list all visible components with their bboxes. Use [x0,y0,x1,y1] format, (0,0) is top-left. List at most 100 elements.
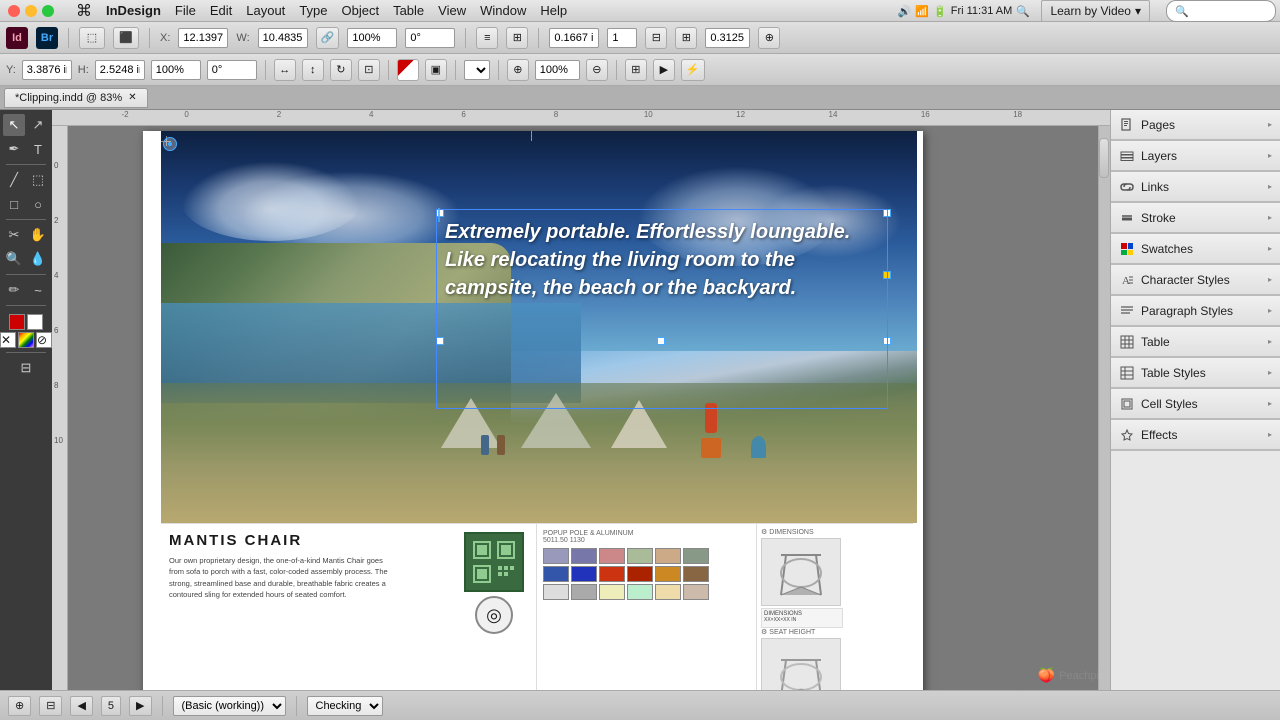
apply-none[interactable]: ⊟ [15,357,37,379]
minimize-button[interactable] [25,5,37,17]
spell-check-select[interactable]: Checking [307,696,383,716]
document-tab[interactable]: *Clipping.indd @ 83% ✕ [4,88,148,108]
menu-object[interactable]: Object [342,3,380,18]
menu-help[interactable]: Help [540,3,567,18]
fill-none[interactable]: ✕ [0,332,16,348]
stroke-color[interactable] [27,314,43,330]
style-dropdown[interactable] [464,60,490,80]
panel-section-paragraph-styles: Paragraph Styles ▸ [1111,296,1280,327]
none-swatch[interactable]: ⊘ [36,332,52,348]
preview-btn[interactable]: ▶ [653,59,675,81]
smooth-tool[interactable]: ~ [27,279,49,301]
distribute-btn[interactable]: ⊞ [506,27,528,49]
swatches-panel-header[interactable]: Swatches ▸ [1111,234,1280,264]
menu-layout[interactable]: Layout [246,3,285,18]
menu-table[interactable]: Table [393,3,424,18]
selection-tool[interactable]: ↖ [3,114,25,136]
percent1-input[interactable] [347,28,397,48]
search-input[interactable]: 🔍 [1166,0,1276,22]
dropper-tool[interactable]: 💧 [27,248,49,270]
text-frame[interactable]: Extremely portable. Effortlessly loungab… [436,209,888,409]
menu-type[interactable]: Type [299,3,327,18]
y-input[interactable] [22,60,72,80]
error-btn[interactable]: ⊕ [8,696,31,716]
line-tool[interactable]: ╱ [3,169,25,191]
stroke-align-btn[interactable]: ⊟ [645,27,667,49]
x-input[interactable] [178,28,228,48]
position-indicator[interactable] [163,137,177,151]
effects-panel-header[interactable]: Effects ▸ [1111,420,1280,450]
pencil-tool[interactable]: ✏ [3,279,25,301]
tab-close-btn[interactable]: ✕ [128,92,136,103]
zoom-in-btn[interactable]: ⊕ [507,59,529,81]
rotate-btn[interactable]: ↻ [330,59,352,81]
direct-select-btn[interactable]: ⬛ [113,27,139,49]
scissors-tool[interactable]: ✂ [3,224,25,246]
color-btn[interactable] [397,59,419,81]
layers-icon [1119,148,1135,164]
panel-section-cell-styles: Cell Styles ▸ [1111,389,1280,420]
val2-input[interactable] [705,28,750,48]
view-mode-btn[interactable]: ⊞ [625,59,647,81]
style-btn[interactable]: ⊞ [675,27,697,49]
flip-v-btn[interactable]: ↕ [302,59,324,81]
hand-tool[interactable]: ✋ [27,224,49,246]
layers-panel-header[interactable]: Layers ▸ [1111,141,1280,171]
pages-arrow: ▸ [1268,120,1272,129]
gradient-swatch[interactable] [18,332,34,348]
menu-indesign[interactable]: InDesign [106,3,161,18]
tools-panel: ↖ ↗ ✒ T ╱ ⬚ □ ○ ✂ ✋ 🔍 💧 ✏ ~ [0,110,52,690]
canvas-content[interactable]: Extremely portable. Effortlessly loungab… [68,126,1110,690]
learn-by-video-button[interactable]: Learn by Video ▾ [1041,0,1150,22]
select-tool-btn[interactable]: ⬚ [79,27,105,49]
scrollbar-thumb[interactable] [1099,138,1109,178]
page-input[interactable] [607,28,637,48]
fill-color[interactable] [9,314,25,330]
table-styles-header[interactable]: Table Styles ▸ [1111,358,1280,388]
ruler-v-num: 6 [54,326,58,335]
lightning-btn[interactable]: ⚡ [681,59,705,81]
direct-select-tool[interactable]: ↗ [27,114,49,136]
menu-file[interactable]: File [175,3,196,18]
color-profile-select[interactable]: (Basic (working)) [173,696,286,716]
type-tool[interactable]: T [27,138,49,160]
apple-menu[interactable]: ⌘ [76,1,92,21]
nav-next-btn[interactable]: ▶ [129,696,151,716]
maximize-button[interactable] [42,5,54,17]
nav-prev-btn[interactable]: ◀ [70,696,92,716]
align-btn[interactable]: ≡ [476,27,498,49]
zoom-out-btn[interactable]: ⊖ [586,59,608,81]
h-input[interactable] [95,60,145,80]
angle1-input[interactable] [405,28,455,48]
flip-h-btn[interactable]: ↔ [274,59,296,81]
close-button[interactable] [8,5,20,17]
transform-btn[interactable]: ⊡ [358,59,380,81]
pen-tool[interactable]: ✒ [3,138,25,160]
fill-btn[interactable]: ▣ [425,59,447,81]
pages-panel-header[interactable]: Pages ▸ [1111,110,1280,140]
table-panel-header[interactable]: Table ▸ [1111,327,1280,357]
ellipse-tool[interactable]: ○ [27,193,49,215]
zoom-input[interactable] [535,60,580,80]
menu-view[interactable]: View [438,3,466,18]
constrain-btn[interactable]: 🔗 [316,27,340,49]
cell-styles-header[interactable]: Cell Styles ▸ [1111,389,1280,419]
stroke-width-input[interactable] [549,28,599,48]
percent2-input[interactable] [151,60,201,80]
menu-edit[interactable]: Edit [210,3,232,18]
scrollbar-vertical[interactable] [1098,126,1110,690]
zoom-tool[interactable]: 🔍 [3,248,25,270]
character-styles-header[interactable]: A Character Styles ▸ [1111,265,1280,295]
menu-window[interactable]: Window [480,3,526,18]
frame-tool[interactable]: ⬚ [27,169,49,191]
rect-tool[interactable]: □ [3,193,25,215]
panel-section-stroke: Stroke ▸ [1111,203,1280,234]
angle2-input[interactable] [207,60,257,80]
links-panel-header[interactable]: Links ▸ [1111,172,1280,202]
stroke-panel-header[interactable]: Stroke ▸ [1111,203,1280,233]
paragraph-styles-header[interactable]: Paragraph Styles ▸ [1111,296,1280,326]
preflight-btn[interactable]: ⊟ [39,696,62,716]
more-btn[interactable]: ⊕ [758,27,780,49]
w-input[interactable] [258,28,308,48]
tool-row: ✒ T [3,138,49,160]
